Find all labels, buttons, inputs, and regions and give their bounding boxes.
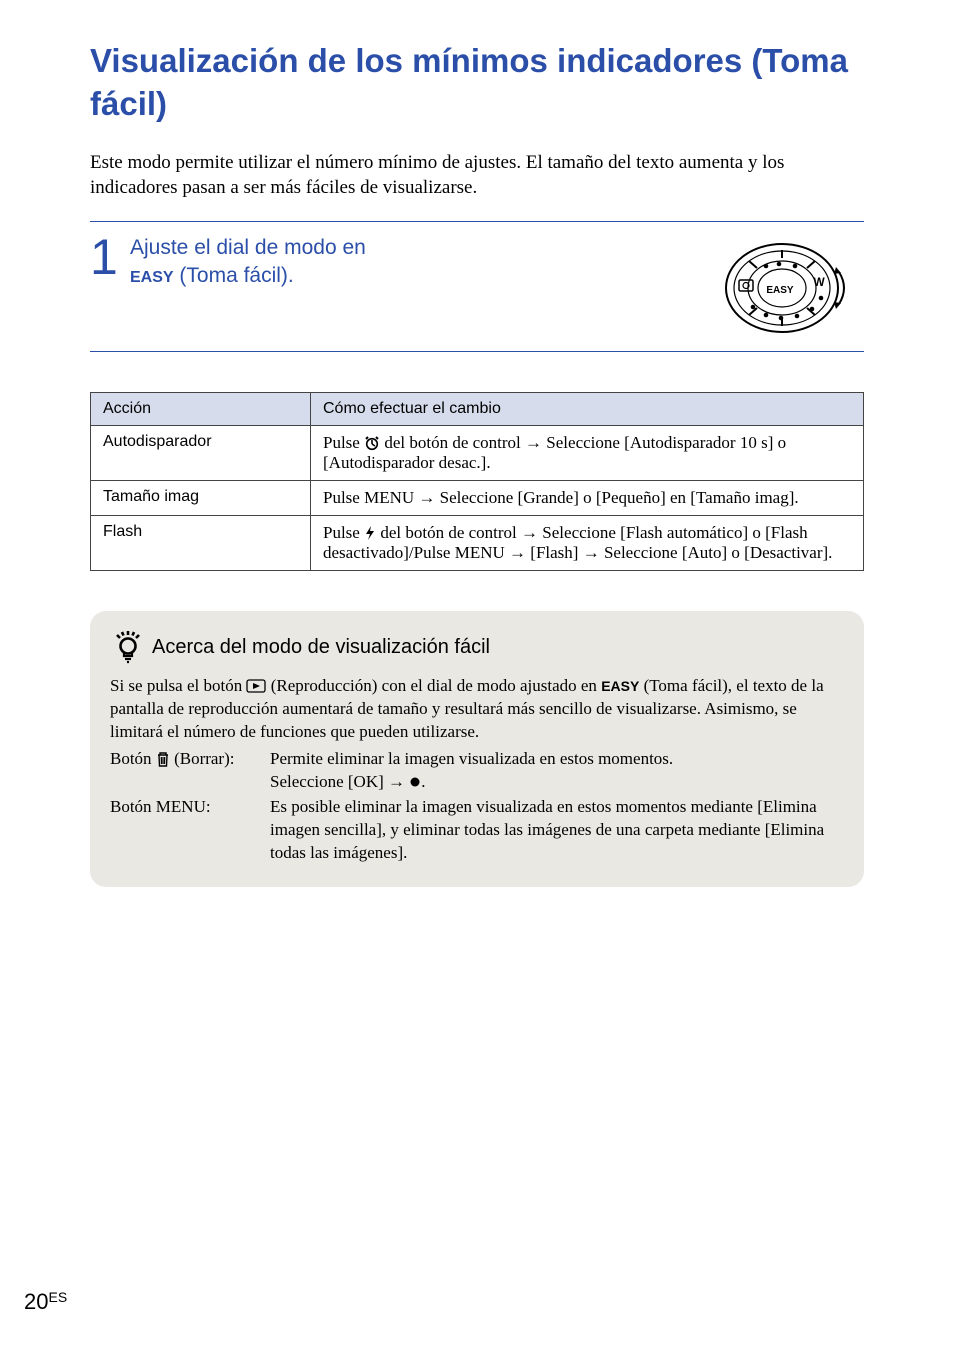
definition-row: Botón MENU: Es posible eliminar la image… xyxy=(110,796,844,865)
cell-action: Flash xyxy=(91,516,311,571)
mode-dial-figure: EASY W xyxy=(704,232,864,341)
tip-box: Acerca del modo de visualización fácil S… xyxy=(90,611,864,887)
page-number: 20ES xyxy=(24,1289,67,1315)
step-instruction: Ajuste el dial de modo en EASY (Toma fác… xyxy=(130,232,704,291)
trash-icon xyxy=(156,751,170,767)
step-number: 1 xyxy=(90,232,130,282)
self-timer-icon xyxy=(364,435,380,451)
step-block: 1 Ajuste el dial de modo en EASY (Toma f… xyxy=(90,221,864,352)
cell-action: Autodisparador xyxy=(91,426,311,481)
def-label-delete: Botón (Borrar): xyxy=(110,748,270,794)
easy-label-inline: EASY xyxy=(601,678,639,694)
cell-change: Pulse del botón de control → Seleccione … xyxy=(311,426,864,481)
definition-row: Botón (Borrar): Permite eliminar la imag… xyxy=(110,748,844,794)
table-header-change: Cómo efectuar el cambio xyxy=(311,393,864,426)
def-value: Permite eliminar la imagen visualizada e… xyxy=(270,748,844,794)
def-label-menu: Botón MENU: xyxy=(110,796,270,865)
table-header-action: Acción xyxy=(91,393,311,426)
cell-change: Pulse MENU → Seleccione [Grande] o [Pequ… xyxy=(311,481,864,516)
lightbulb-icon xyxy=(110,629,146,665)
flash-icon xyxy=(364,525,376,541)
page-title: Visualización de los mínimos indicadores… xyxy=(90,40,864,126)
dot-icon xyxy=(409,776,421,788)
playback-icon xyxy=(246,679,266,693)
cell-action: Tamaño imag xyxy=(91,481,311,516)
actions-table: Acción Cómo efectuar el cambio Autodispa… xyxy=(90,392,864,571)
tip-body: Si se pulsa el botón (Reproducción) con … xyxy=(110,675,844,865)
mode-dial-icon: EASY W xyxy=(709,236,859,341)
intro-text: Este modo permite utilizar el número mín… xyxy=(90,150,864,201)
def-value: Es posible eliminar la imagen visualizad… xyxy=(270,796,844,865)
tip-heading: Acerca del modo de visualización fácil xyxy=(110,629,844,665)
table-row: Autodisparador Pulse del botón de contro… xyxy=(91,426,864,481)
cell-change: Pulse del botón de control → Seleccione … xyxy=(311,516,864,571)
svg-text:W: W xyxy=(813,275,825,289)
easy-label: EASY xyxy=(130,269,174,286)
svg-text:EASY: EASY xyxy=(766,285,794,296)
table-row: Flash Pulse del botón de control → Selec… xyxy=(91,516,864,571)
table-row: Tamaño imag Pulse MENU → Seleccione [Gra… xyxy=(91,481,864,516)
